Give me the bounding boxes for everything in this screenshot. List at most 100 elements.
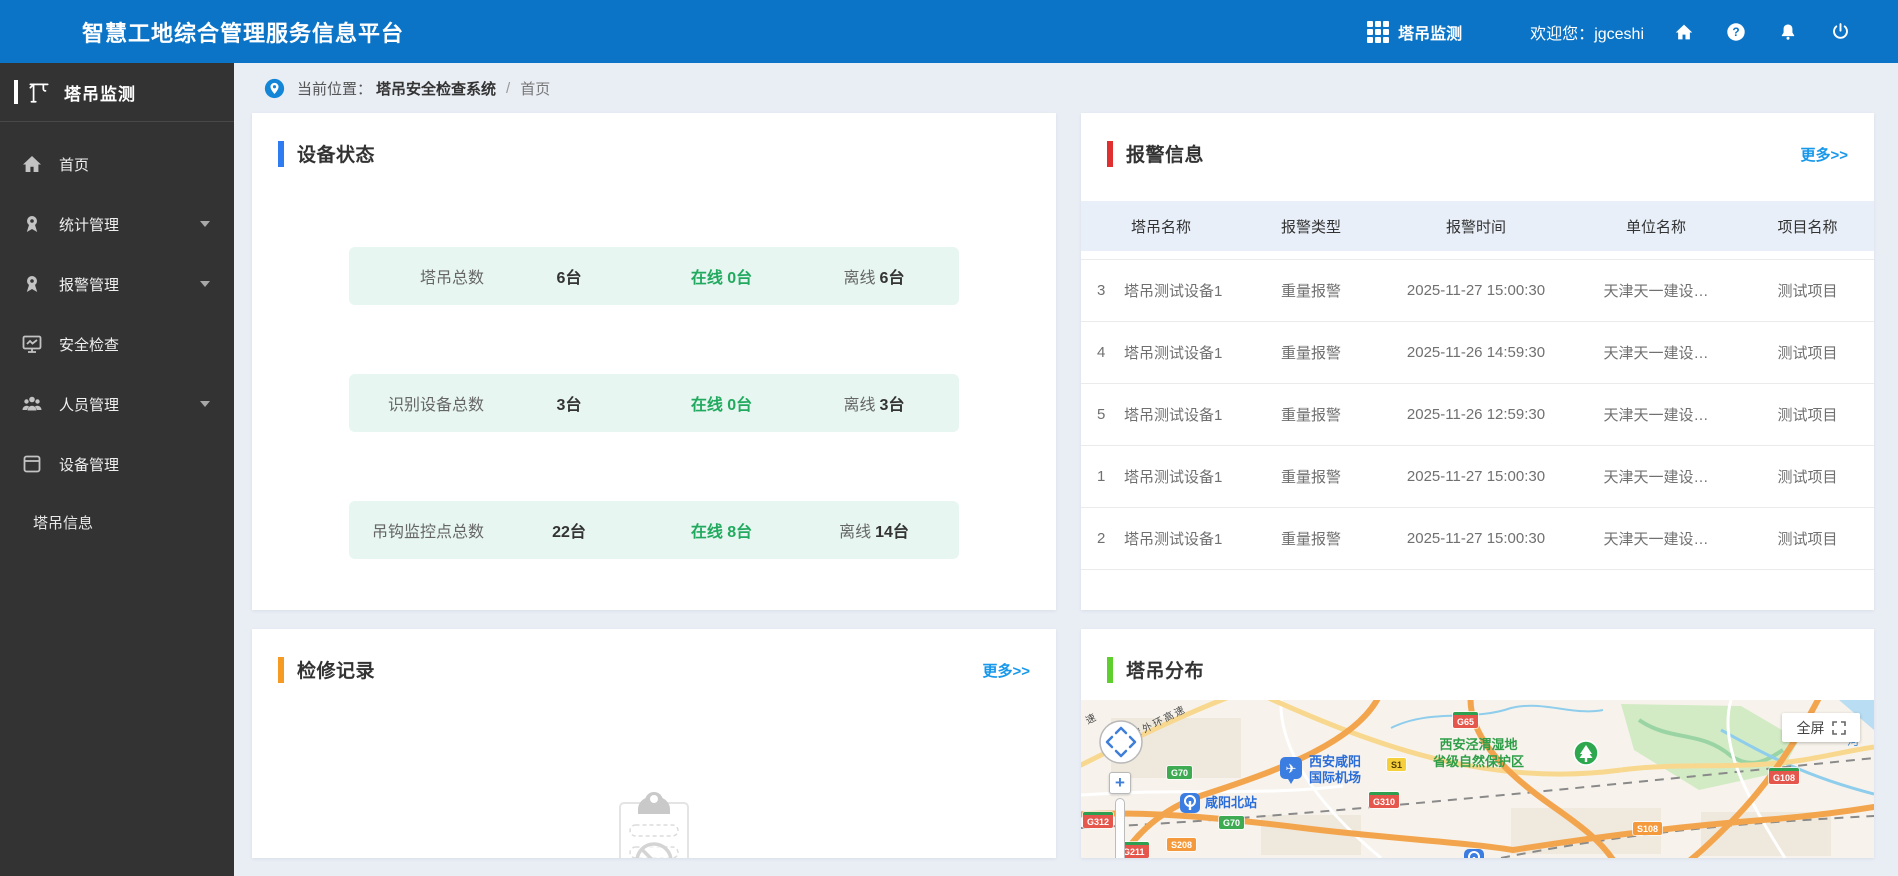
road-badge: S208 xyxy=(1167,838,1197,851)
station-label: 咸阳北站 xyxy=(1205,795,1258,810)
stat-offline: 离线 6台 xyxy=(843,270,905,287)
sidebar-subitem-crane-info[interactable]: 塔吊信息 xyxy=(0,494,234,550)
road-badge: G65 xyxy=(1453,712,1479,728)
alarm-table-header: 塔吊名称 报警类型 报警时间 单位名称 项目名称 xyxy=(1081,201,1874,251)
railway-station-icon xyxy=(1180,793,1200,813)
table-row: 3 塔吊测试设备1 重量报警 2025-11-27 15:00:30 天津天一建设…… xyxy=(1081,260,1874,322)
table-row: 2 塔吊测试设备1 重量报警 2025-11-27 15:00:30 天津天一建设…… xyxy=(1081,508,1874,570)
username: jgceshi xyxy=(1594,25,1644,43)
sidebar-item-label: 首页 xyxy=(59,156,90,174)
apps-grid-icon xyxy=(1367,20,1390,43)
sidebar-item-alarm-mgmt[interactable]: 报警管理 xyxy=(0,254,234,314)
tower-crane-icon xyxy=(29,83,49,103)
svg-text:✈: ✈ xyxy=(1286,761,1297,776)
sidebar: 塔吊监测 首页 统计管理 报警管理 安全检查 人员管理 设备管理 塔吊信息 xyxy=(0,63,234,876)
platform-title: 智慧工地综合管理服务信息平台 xyxy=(82,20,405,46)
stat-label: 塔吊总数 xyxy=(419,270,484,287)
safety-monitor-icon xyxy=(22,335,42,353)
crane-map[interactable]: 西安外环高速 速 河 ✈ 西安咸阳国际机场 咸阳北站 xyxy=(1081,700,1874,858)
breadcrumb-system: 塔吊安全检查系统 xyxy=(376,80,497,98)
alarm-table: 塔吊名称 报警类型 报警时间 单位名称 项目名称 3 塔吊测试设备1 重量报警 20… xyxy=(1081,201,1874,570)
col-crane-name: 塔吊名称 xyxy=(1130,218,1191,236)
chevron-down-icon xyxy=(200,281,210,287)
fullscreen-button[interactable]: 全屏 xyxy=(1782,713,1860,742)
breadcrumb-label: 当前位置： xyxy=(297,80,373,98)
maintenance-more-link[interactable]: 更多>> xyxy=(982,660,1030,681)
road-badge: S108 xyxy=(1633,822,1663,835)
alarm-medal-icon xyxy=(26,276,38,292)
stat-total: 3台 xyxy=(556,397,582,414)
title-accent-bar xyxy=(1107,140,1113,167)
wetland-label: 西安泾渭湿地 省级自然保护区 xyxy=(1433,737,1525,769)
sidebar-brand: 塔吊监测 xyxy=(0,63,234,122)
chevron-down-icon xyxy=(200,221,210,227)
panel-title: 报警信息 xyxy=(1081,113,1874,167)
alarm-info-panel: 报警信息 更多>> 塔吊名称 报警类型 报警时间 单位名称 项目名称 3 塔吊测试… xyxy=(1081,113,1874,610)
home-icon[interactable] xyxy=(1672,20,1696,44)
panel-title-text: 设备状态 xyxy=(297,145,376,166)
road-badge: G108 xyxy=(1769,768,1800,784)
panel-title: 设备状态 xyxy=(252,113,1056,167)
panel-title: 检修记录 xyxy=(252,629,1056,683)
stat-offline: 离线 14台 xyxy=(839,524,909,541)
device-icon xyxy=(23,455,41,473)
airport-label: 西安咸阳 国际机场 xyxy=(1309,754,1362,785)
stats-medal-icon xyxy=(26,216,38,232)
main-content: 当前位置： 塔吊安全检查系统 / 首页 设备状态 塔吊总数 6台 在线 0台 离… xyxy=(234,63,1898,876)
zoom-slider[interactable] xyxy=(1115,798,1125,858)
table-row: 5 塔吊测试设备1 重量报警 2025-11-26 12:59:30 天津天一建设…… xyxy=(1081,384,1874,446)
app-switcher[interactable]: 塔吊监测 xyxy=(1367,20,1462,44)
panel-title: 塔吊分布 xyxy=(1081,629,1874,683)
sidebar-item-safety-check[interactable]: 安全检查 xyxy=(0,314,234,374)
people-icon xyxy=(22,396,42,411)
road-badge: G310 xyxy=(1369,792,1400,808)
top-header: 智慧工地综合管理服务信息平台 塔吊监测 欢迎您：jgceshi ? xyxy=(0,0,1898,63)
stat-total: 22台 xyxy=(552,524,586,541)
col-alarm-time: 报警时间 xyxy=(1445,218,1506,236)
location-pin-icon xyxy=(264,78,285,98)
maintenance-panel: 检修记录 更多>> xyxy=(252,629,1056,858)
crane-distribution-panel: 塔吊分布 西安外环高速 速 ✈ 西安咸阳 国际机场 咸阳北站 西安泾渭湿地 省级… xyxy=(1081,629,1874,858)
road-badge: G70 xyxy=(1219,816,1245,829)
col-unit-name: 单位名称 xyxy=(1625,218,1686,236)
clipboard-empty-icon xyxy=(619,792,689,858)
table-row: 4 塔吊测试设备1 重量报警 2025-11-26 14:59:30 天津天一建设…… xyxy=(1081,322,1874,384)
breadcrumb-separator: / xyxy=(506,79,511,97)
fullscreen-expand-icon xyxy=(1831,720,1846,735)
chevron-down-icon xyxy=(200,401,210,407)
bell-icon[interactable] xyxy=(1776,20,1800,44)
welcome-text: 欢迎您：jgceshi xyxy=(1530,25,1644,43)
road-badge: G312 xyxy=(1083,812,1114,828)
stat-online: 在线 0台 xyxy=(690,270,753,287)
power-icon[interactable] xyxy=(1828,20,1852,44)
scrolling-row-partial xyxy=(1081,251,1874,260)
alarms-more-link[interactable]: 更多>> xyxy=(1800,144,1848,165)
sidebar-item-label: 设备管理 xyxy=(59,456,120,474)
road-badge: G70 xyxy=(1167,766,1193,779)
brand-accent-bar xyxy=(14,80,18,104)
sidebar-item-home[interactable]: 首页 xyxy=(0,134,234,194)
stat-offline: 离线 3台 xyxy=(843,397,905,414)
sidebar-item-personnel[interactable]: 人员管理 xyxy=(0,374,234,434)
panel-title-text: 塔吊分布 xyxy=(1126,661,1205,682)
stat-online: 在线 8台 xyxy=(690,524,753,541)
col-project-name: 项目名称 xyxy=(1777,218,1838,236)
svg-text:?: ? xyxy=(1732,25,1739,39)
breadcrumb-current[interactable]: 首页 xyxy=(520,78,550,99)
airport-pin-icon: ✈ xyxy=(1280,757,1302,784)
title-accent-bar xyxy=(278,656,284,683)
sidebar-item-label: 人员管理 xyxy=(59,396,120,414)
map-pan-control[interactable] xyxy=(1098,719,1144,765)
breadcrumb: 当前位置： 塔吊安全检查系统 / 首页 xyxy=(234,63,1898,113)
nature-reserve-tree-icon xyxy=(1573,740,1599,766)
sidebar-brand-label: 塔吊监测 xyxy=(64,84,136,104)
help-icon[interactable]: ? xyxy=(1724,20,1748,44)
sidebar-item-statistics[interactable]: 统计管理 xyxy=(0,194,234,254)
zoom-in-button[interactable]: + xyxy=(1109,772,1131,794)
home-icon xyxy=(23,156,41,172)
app-switcher-label: 塔吊监测 xyxy=(1398,25,1463,43)
table-row: 1 塔吊测试设备1 重量报警 2025-11-27 15:00:30 天津天一建设…… xyxy=(1081,446,1874,508)
panel-title-text: 报警信息 xyxy=(1126,145,1205,166)
sidebar-item-equipment[interactable]: 设备管理 xyxy=(0,434,234,494)
title-accent-bar xyxy=(1107,656,1113,683)
